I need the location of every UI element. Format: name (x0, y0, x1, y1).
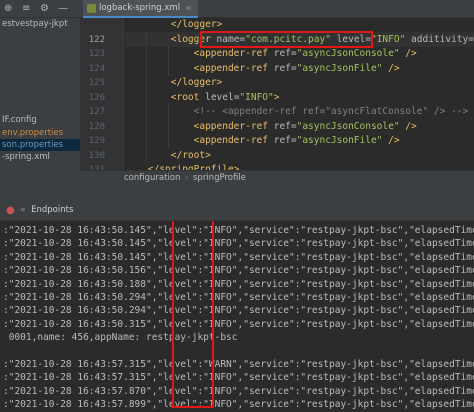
line-number: 130 (88, 150, 105, 161)
code-token: "INFO" (239, 91, 274, 103)
breadcrumb-separator: › (185, 173, 189, 183)
debug-icon: ● (6, 204, 15, 216)
project-tree: estvestpay-jkpt IF.config env.properties… (0, 18, 80, 185)
run-toolwindow-header: ● ⚬ Endpoints (0, 199, 474, 221)
tree-item[interactable]: IF.config (0, 114, 80, 126)
highlight-box (172, 221, 214, 408)
editor-tabs: logback-spring.xml ✕ (80, 0, 474, 18)
line-number: 124 (88, 63, 105, 74)
panel-divider (0, 185, 474, 199)
code-token: "asyncJsonConsole" (296, 48, 400, 59)
code-token: ref= (273, 120, 297, 132)
code-line: <!-- <appender-ref ref="asyncFlatConsole… (125, 105, 469, 120)
code-token: <appender-ref (193, 62, 274, 74)
code-token: > (273, 91, 280, 103)
code-token: </logger> (170, 19, 223, 30)
code-line: <appender-ref ref="asyncJsonFile" /> (125, 62, 400, 77)
editor-region: ⊕ ≡ ⚙ — estvestpay-jkpt IF.config env.pr… (0, 0, 474, 190)
highlight-box (200, 31, 373, 48)
editor-tab-logback[interactable]: logback-spring.xml ✕ (83, 0, 198, 18)
tree-item[interactable]: -spring.xml (0, 151, 80, 163)
line-number: 126 (88, 92, 105, 103)
code-token: <root (170, 91, 206, 103)
line-number: 127 (88, 107, 105, 117)
log-line: :"2021-10-28 16:43:57.899","level":"INFO… (3, 399, 474, 411)
console-output[interactable]: :"2021-10-28 16:43:50.145","level":"INFO… (0, 221, 474, 412)
code-token: /> (382, 62, 400, 74)
code-token: ref= (273, 135, 297, 146)
code-token: additivity= (405, 33, 474, 45)
hide-icon[interactable]: — (58, 3, 68, 15)
tree-item[interactable]: env.properties (0, 127, 80, 139)
code-line: <appender-ref ref="asyncJsonConsole" /> (125, 47, 417, 62)
breadcrumb-item[interactable]: configuration (124, 171, 180, 185)
endpoints-tab-label: Endpoints (31, 205, 74, 215)
code-token: /> (399, 48, 417, 59)
code-token: "asyncJsonFile" (296, 62, 383, 74)
editor-tab-label: logback-spring.xml (99, 3, 181, 13)
code-line: <root level="INFO"> (125, 91, 280, 106)
code-token: <appender-ref (193, 120, 274, 132)
tree-item-selected[interactable]: son.properties (0, 139, 80, 151)
tree-item[interactable]: estvestpay-jkpt (0, 18, 80, 30)
code-token: <appender-ref (193, 48, 274, 59)
line-gutter: 122123124125126127128129130131132 (80, 18, 124, 190)
code-token: level= (205, 91, 240, 103)
code-token: </logger> (170, 77, 223, 88)
code-token: ref= (273, 48, 297, 59)
breadcrumb: configuration › springProfile (80, 170, 474, 185)
line-number: 128 (88, 121, 105, 132)
project-toolbar: ⊕ ≡ ⚙ — (0, 0, 80, 18)
breadcrumb-item[interactable]: springProfile (193, 171, 246, 185)
code-token: <appender-ref (193, 135, 274, 146)
endpoints-icon: ⚬ (18, 204, 28, 216)
code-token: /> (382, 135, 400, 146)
code-line: <appender-ref ref="asyncJsonFile" /> (125, 134, 400, 149)
line-number: 129 (88, 136, 105, 146)
code-token: </root> (170, 149, 211, 161)
code-line: </springProfile> (125, 163, 240, 170)
line-number: 123 (88, 49, 105, 59)
collapse-icon[interactable]: ≡ (22, 3, 30, 15)
code-editor[interactable]: </logger> <logger name="com.pcitc.pay" l… (125, 18, 474, 170)
code-token: "asyncJsonFile" (296, 135, 383, 146)
code-line: </root> (125, 149, 211, 164)
code-line: </logger> (125, 76, 222, 91)
xml-file-icon (87, 3, 96, 13)
code-token: /> (399, 120, 417, 132)
line-number: 122 (88, 34, 105, 45)
close-icon[interactable]: ✕ (185, 4, 192, 13)
code-token: ref= (273, 62, 297, 74)
code-line: <appender-ref ref="asyncJsonConsole" /> (125, 120, 417, 135)
endpoints-tab[interactable]: ● ⚬ Endpoints (6, 202, 73, 218)
code-token: "INFO" (370, 33, 406, 45)
gear-icon[interactable]: ⚙ (40, 3, 49, 15)
code-token: <!-- <appender-ref ref="asyncFlatConsole… (193, 106, 469, 117)
locate-icon[interactable]: ⊕ (4, 3, 12, 15)
line-number: 125 (88, 78, 105, 88)
code-token: "asyncJsonConsole" (296, 120, 400, 132)
